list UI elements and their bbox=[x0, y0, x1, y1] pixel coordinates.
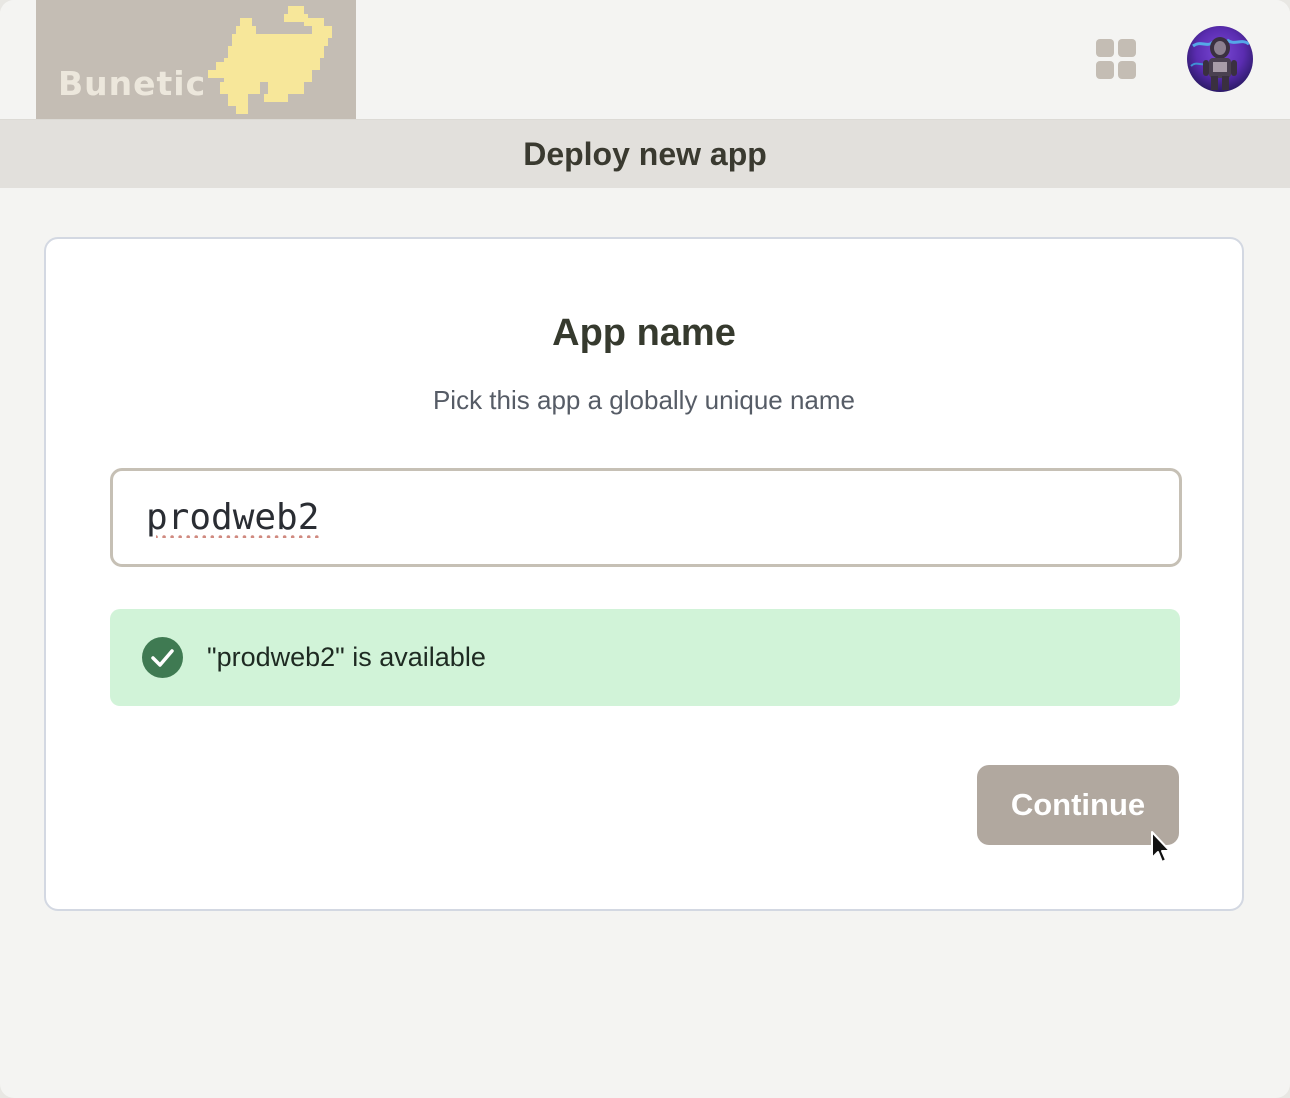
app-name-card: App name Pick this app a globally unique… bbox=[44, 237, 1244, 911]
continue-button[interactable]: Continue bbox=[977, 765, 1179, 845]
bunny-logo-icon bbox=[208, 6, 332, 114]
page-title: Deploy new app bbox=[523, 135, 767, 172]
astronaut-avatar-icon bbox=[1187, 26, 1253, 92]
availability-banner: "prodweb2" is available bbox=[110, 609, 1180, 706]
grid-cell bbox=[1096, 61, 1114, 79]
grid-cell bbox=[1096, 39, 1114, 57]
check-circle-icon bbox=[142, 637, 183, 678]
logo-text: Bunetic bbox=[58, 64, 207, 103]
logo[interactable]: Bunetic bbox=[36, 0, 356, 119]
user-avatar[interactable] bbox=[1187, 26, 1253, 92]
app-name-input[interactable] bbox=[110, 468, 1182, 567]
grid-cell bbox=[1118, 61, 1136, 79]
top-bar: Bunetic bbox=[0, 0, 1290, 120]
card-subtitle: Pick this app a globally unique name bbox=[432, 385, 856, 415]
page-header: Deploy new app bbox=[0, 120, 1290, 188]
grid-icon[interactable] bbox=[1096, 39, 1136, 79]
mouse-cursor-icon bbox=[1151, 831, 1171, 863]
availability-message: "prodweb2" is available bbox=[207, 642, 486, 672]
app-window: Bunetic Deploy new app App name Pick thi… bbox=[0, 0, 1290, 1098]
card-title: App name bbox=[552, 312, 736, 354]
grid-cell bbox=[1118, 39, 1136, 57]
